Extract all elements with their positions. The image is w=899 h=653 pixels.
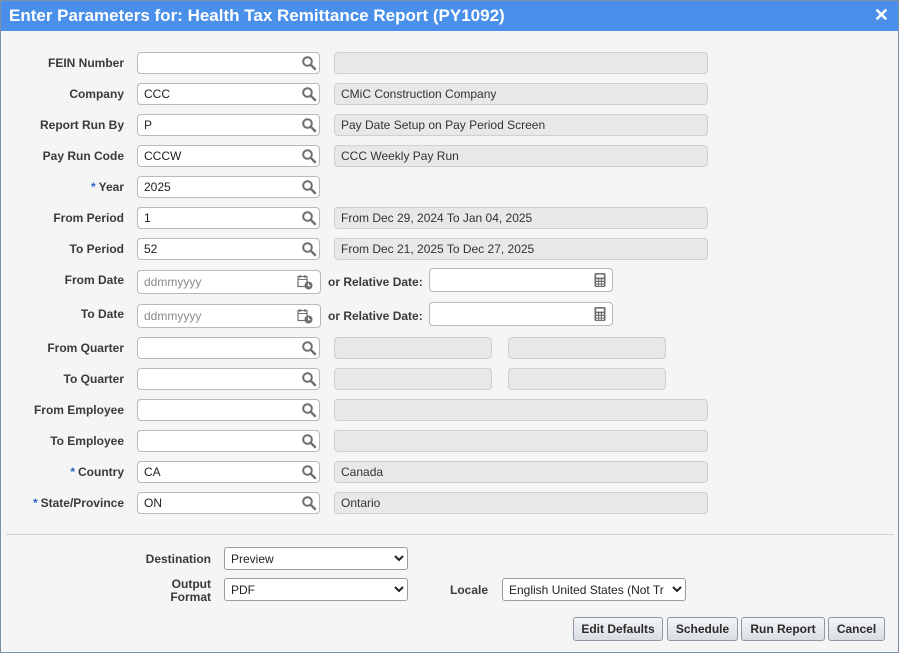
search-icon[interactable] — [301, 495, 317, 511]
report-run-by-label: Report Run By — [1, 118, 124, 132]
country-description: Canada — [334, 461, 708, 483]
to-quarter-description-2 — [508, 368, 666, 390]
search-icon[interactable] — [301, 86, 317, 102]
from-period-input[interactable] — [137, 207, 320, 229]
from-employee-label-text: From Employee — [33, 403, 124, 417]
fein-number-label-text: FEIN Number — [47, 56, 124, 70]
search-icon[interactable] — [301, 371, 317, 387]
section-divider — [6, 534, 894, 535]
state-province-label-text: State/Province — [40, 496, 124, 510]
to-date-label-text: To Date — [80, 307, 124, 321]
fein-number-description — [334, 52, 708, 74]
report-run-by-description: Pay Date Setup on Pay Period Screen — [334, 114, 708, 136]
search-icon[interactable] — [301, 148, 317, 164]
company-description: CMiC Construction Company — [334, 83, 708, 105]
from-employee-input[interactable] — [137, 399, 320, 421]
country-input[interactable] — [137, 461, 320, 483]
state-province-description: Ontario — [334, 492, 708, 514]
calculator-icon[interactable] — [592, 306, 608, 322]
pay-run-code-label: Pay Run Code — [1, 149, 124, 163]
locale-select[interactable]: English United States (Not Tr — [502, 578, 686, 601]
schedule-button[interactable]: Schedule — [667, 617, 738, 641]
calculator-icon[interactable] — [592, 272, 608, 288]
pay-run-code-label-text: Pay Run Code — [42, 149, 124, 163]
from-employee-description — [334, 399, 708, 421]
to-period-label-text: To Period — [69, 242, 124, 256]
cancel-button[interactable]: Cancel — [828, 617, 885, 641]
report-run-by-label-text: Report Run By — [40, 118, 124, 132]
from-employee-label: From Employee — [1, 403, 124, 417]
from-date-relative-input[interactable] — [429, 268, 613, 292]
from-date-label-text: From Date — [64, 273, 124, 287]
from-quarter-label-text: From Quarter — [47, 341, 124, 355]
to-period-description: From Dec 21, 2025 To Dec 27, 2025 — [334, 238, 708, 260]
output-format-label-line2: Format — [170, 590, 211, 604]
from-quarter-description — [334, 337, 492, 359]
from-period-description: From Dec 29, 2024 To Jan 04, 2025 — [334, 207, 708, 229]
fein-number-input[interactable] — [137, 52, 320, 74]
title-bar: Enter Parameters for: Health Tax Remitta… — [1, 1, 898, 31]
run-report-button[interactable]: Run Report — [741, 617, 825, 641]
required-marker: * — [90, 180, 96, 194]
locale-label: Locale — [449, 583, 488, 597]
from-quarter-label: From Quarter — [1, 341, 124, 355]
to-period-label: To Period — [1, 242, 124, 256]
state-province-label: * State/Province — [1, 496, 124, 510]
company-label-text: Company — [69, 87, 124, 101]
to-quarter-description — [334, 368, 492, 390]
calendar-icon[interactable] — [297, 308, 313, 324]
to-quarter-label-text: To Quarter — [63, 372, 124, 386]
year-label: * Year — [1, 180, 124, 194]
to-date-label: To Date — [1, 307, 124, 321]
to-employee-description — [334, 430, 708, 452]
search-icon[interactable] — [301, 179, 317, 195]
country-label-text: Country — [78, 465, 124, 479]
from-period-label: From Period — [1, 211, 124, 225]
country-label: * Country — [1, 465, 124, 479]
report-run-by-input[interactable] — [137, 114, 320, 136]
pay-run-code-description: CCC Weekly Pay Run — [334, 145, 708, 167]
calendar-icon[interactable] — [297, 274, 313, 290]
output-format-label: Output Format — [101, 578, 211, 604]
output-format-select[interactable]: PDF — [224, 578, 408, 601]
year-input[interactable] — [137, 176, 320, 198]
company-label: Company — [1, 87, 124, 101]
pay-run-code-input[interactable] — [137, 145, 320, 167]
search-icon[interactable] — [301, 117, 317, 133]
dialog-title: Enter Parameters for: Health Tax Remitta… — [9, 6, 505, 25]
year-label-text: Year — [98, 180, 124, 194]
to-employee-label-text: To Employee — [50, 434, 124, 448]
search-icon[interactable] — [301, 433, 317, 449]
from-period-label-text: From Period — [53, 211, 124, 225]
to-employee-label: To Employee — [1, 434, 124, 448]
from-date-relative-label: or Relative Date: — [328, 275, 423, 289]
to-quarter-label: To Quarter — [1, 372, 124, 386]
to-period-input[interactable] — [137, 238, 320, 260]
to-date-relative-input[interactable] — [429, 302, 613, 326]
from-date-label: From Date — [1, 273, 124, 287]
to-date-input[interactable] — [137, 304, 321, 328]
search-icon[interactable] — [301, 402, 317, 418]
from-date-input[interactable] — [137, 270, 321, 294]
search-icon[interactable] — [301, 210, 317, 226]
to-date-relative-label: or Relative Date: — [328, 309, 423, 323]
close-icon[interactable]: ✕ — [874, 5, 889, 25]
state-province-input[interactable] — [137, 492, 320, 514]
required-marker: * — [32, 496, 38, 510]
destination-label: Destination — [145, 552, 211, 566]
company-input[interactable] — [137, 83, 320, 105]
fein-number-label: FEIN Number — [1, 56, 124, 70]
search-icon[interactable] — [301, 241, 317, 257]
search-icon[interactable] — [301, 55, 317, 71]
search-icon[interactable] — [301, 340, 317, 356]
parameters-dialog: Enter Parameters for: Health Tax Remitta… — [0, 0, 899, 653]
from-quarter-description-2 — [508, 337, 666, 359]
from-quarter-input[interactable] — [137, 337, 320, 359]
to-quarter-input[interactable] — [137, 368, 320, 390]
search-icon[interactable] — [301, 464, 317, 480]
edit-defaults-button[interactable]: Edit Defaults — [573, 617, 663, 641]
required-marker: * — [70, 465, 75, 479]
destination-select[interactable]: Preview — [224, 547, 408, 570]
to-employee-input[interactable] — [137, 430, 320, 452]
